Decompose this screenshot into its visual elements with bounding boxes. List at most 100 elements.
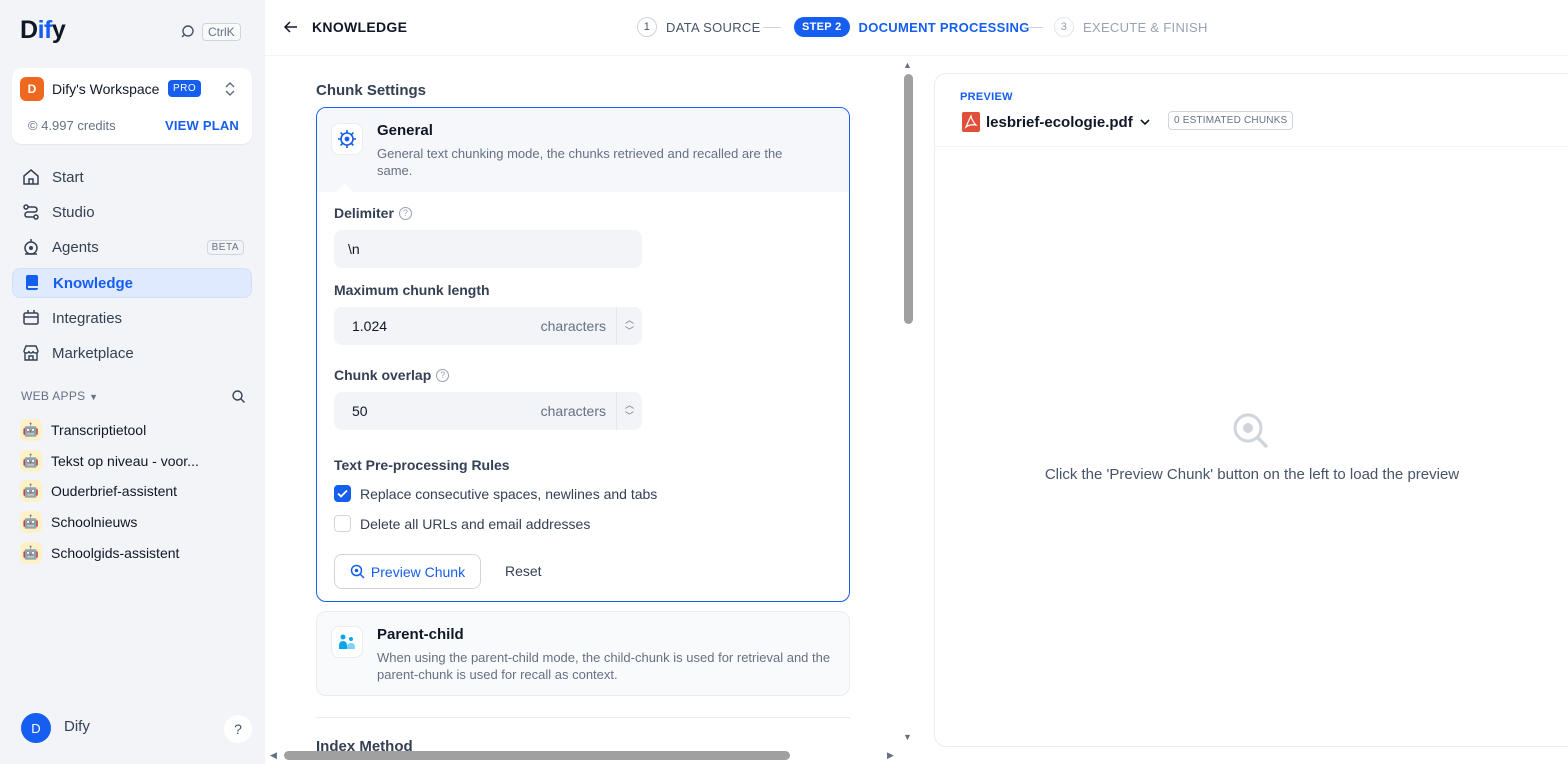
overlap-label-text: Chunk overlap [334, 367, 432, 383]
coin-icon: © [28, 118, 38, 133]
number-stepper[interactable]: ︿ ﹀ [616, 392, 642, 430]
preview-divider [935, 146, 1568, 147]
step-connector [1025, 27, 1043, 28]
step-label: DOCUMENT PROCESSING [858, 19, 1030, 35]
page-title[interactable]: KNOWLEDGE [312, 19, 407, 35]
agent-icon [24, 239, 38, 255]
web-apps-header[interactable]: WEB APPS ▼ [21, 389, 98, 403]
rule-delete-urls[interactable]: Delete all URLs and email addresses [334, 515, 590, 532]
search-icon[interactable] [231, 389, 246, 404]
rules-label-text: Text Pre-processing Rules [334, 457, 510, 473]
workspace-card[interactable]: D Dify's Workspace PRO © 4.997 credits V… [12, 68, 252, 144]
view-plan-link[interactable]: VIEW PLAN [165, 118, 239, 133]
robot-icon: 🤖 [20, 419, 42, 441]
preview-button-label: Preview Chunk [370, 563, 466, 580]
chevron-up-icon[interactable]: ︿ [625, 316, 634, 325]
step-connector [763, 27, 781, 28]
chevron-down-icon [1140, 119, 1150, 126]
nav-marketplace[interactable]: Marketplace [12, 338, 252, 368]
user-avatar[interactable]: D [21, 713, 51, 743]
user-name[interactable]: Dify [64, 718, 90, 735]
web-apps-label: WEB APPS [21, 389, 86, 403]
general-mode-card[interactable]: General General text chunking mode, the … [316, 107, 850, 602]
web-app-label: Transcriptietool [51, 422, 147, 438]
reset-button[interactable]: Reset [505, 563, 542, 579]
chunk-settings-title: Chunk Settings [316, 82, 427, 99]
book-icon [26, 275, 38, 290]
overlap-value: 50 [352, 403, 368, 419]
step-document-processing: STEP 2 DOCUMENT PROCESSING [794, 17, 1030, 37]
number-stepper[interactable]: ︿ ﹀ [616, 307, 642, 345]
delimiter-input[interactable]: \n [334, 230, 642, 268]
web-app-label: Schoolnieuws [51, 514, 138, 530]
parent-child-icon [331, 626, 363, 658]
step-number: 3 [1054, 17, 1074, 37]
file-selector[interactable]: lesbrief-ecologie.pdf [962, 112, 1151, 132]
shortcut-key: CtrlK [202, 23, 241, 41]
general-description: General text chunking mode, the chunks r… [377, 146, 783, 178]
nav-label: Studio [52, 203, 95, 221]
logo-part: D [20, 16, 38, 44]
robot-icon: 🤖 [20, 450, 42, 472]
scroll-down-arrow[interactable]: ▼ [903, 732, 912, 742]
web-app-label: Tekst op niveau - voor... [51, 453, 199, 469]
nav-start[interactable]: Start [12, 162, 252, 192]
checkbox-unchecked[interactable] [334, 515, 351, 532]
preview-empty-message: Click the 'Preview Chunk' button on the … [1044, 466, 1460, 483]
web-app-item[interactable]: 🤖 Transcriptietool [20, 419, 146, 441]
step-pill: STEP 2 [794, 17, 850, 37]
scroll-up-arrow[interactable]: ▲ [903, 60, 912, 70]
chevron-down-icon[interactable]: ﹀ [625, 327, 634, 336]
chevron-down-icon[interactable]: ﹀ [625, 412, 634, 421]
help-button[interactable]: ? [224, 715, 252, 743]
rule-replace-spaces[interactable]: Replace consecutive spaces, newlines and… [334, 485, 657, 502]
step-label: EXECUTE & FINISH [1083, 19, 1208, 35]
robot-icon: 🤖 [20, 480, 42, 502]
nav-knowledge[interactable]: Knowledge [12, 268, 252, 298]
scroll-right-arrow[interactable]: ▶ [887, 750, 894, 761]
scroll-left-arrow[interactable]: ◀ [270, 750, 277, 761]
vertical-scroll-thumb[interactable] [904, 74, 913, 324]
nav-integraties[interactable]: Integraties [12, 303, 252, 333]
parent-child-description: When using the parent-child mode, the ch… [377, 650, 831, 682]
chevron-up-icon[interactable]: ︿ [625, 401, 634, 410]
chunk-overlap-label: Chunk overlap? [334, 367, 450, 383]
pdf-icon [962, 112, 980, 132]
search-history-icon [181, 25, 194, 38]
nav-label: Integraties [52, 309, 123, 327]
search-eye-icon [1233, 413, 1269, 449]
max-chunk-length-input[interactable]: 1.024 characters ︿ ﹀ [334, 307, 642, 345]
step-data-source[interactable]: 1 DATA SOURCE [637, 17, 761, 37]
checkbox-checked[interactable] [334, 485, 351, 502]
max-length-value: 1.024 [352, 318, 388, 334]
web-app-item[interactable]: 🤖 Schoolgids-assistent [20, 542, 179, 564]
step-number: 1 [637, 17, 657, 37]
workspace-name: Dify's Workspace [52, 81, 160, 97]
command-search[interactable]: CtrlK [180, 23, 241, 41]
preview-label: PREVIEW [960, 91, 1013, 103]
preview-chunk-button[interactable]: Preview Chunk [334, 554, 481, 589]
nav-label: Marketplace [52, 344, 134, 362]
home-icon [23, 169, 39, 185]
workspace-avatar: D [20, 77, 44, 101]
arrow-left-icon[interactable] [283, 19, 299, 35]
horizontal-scroll-thumb[interactable] [284, 751, 790, 760]
web-app-item[interactable]: 🤖 Schoolnieuws [20, 511, 137, 533]
plan-badge: PRO [168, 80, 202, 97]
chevron-up-down-icon[interactable] [224, 80, 236, 98]
nav-agents[interactable]: Agents BETA [12, 232, 252, 262]
dify-logo[interactable]: Dify [20, 16, 66, 45]
web-app-item[interactable]: 🤖 Ouderbrief-assistent [20, 480, 177, 502]
chunk-overlap-input[interactable]: 50 characters ︿ ﹀ [334, 392, 642, 430]
delimiter-value: \n [348, 241, 360, 257]
parent-child-mode-card[interactable]: Parent-child When using the parent-child… [316, 611, 850, 696]
nav-studio[interactable]: Studio [12, 197, 252, 227]
logo-part: y [51, 16, 66, 44]
help-circle-icon[interactable]: ? [436, 368, 450, 382]
help-circle-icon[interactable]: ? [398, 206, 412, 220]
credits-text: 4.997 credits [41, 118, 116, 133]
unit-label: characters [540, 318, 606, 334]
general-card-header: General General text chunking mode, the … [317, 108, 849, 192]
web-app-item[interactable]: 🤖 Tekst op niveau - voor... [20, 450, 199, 472]
step-label: DATA SOURCE [666, 19, 761, 35]
